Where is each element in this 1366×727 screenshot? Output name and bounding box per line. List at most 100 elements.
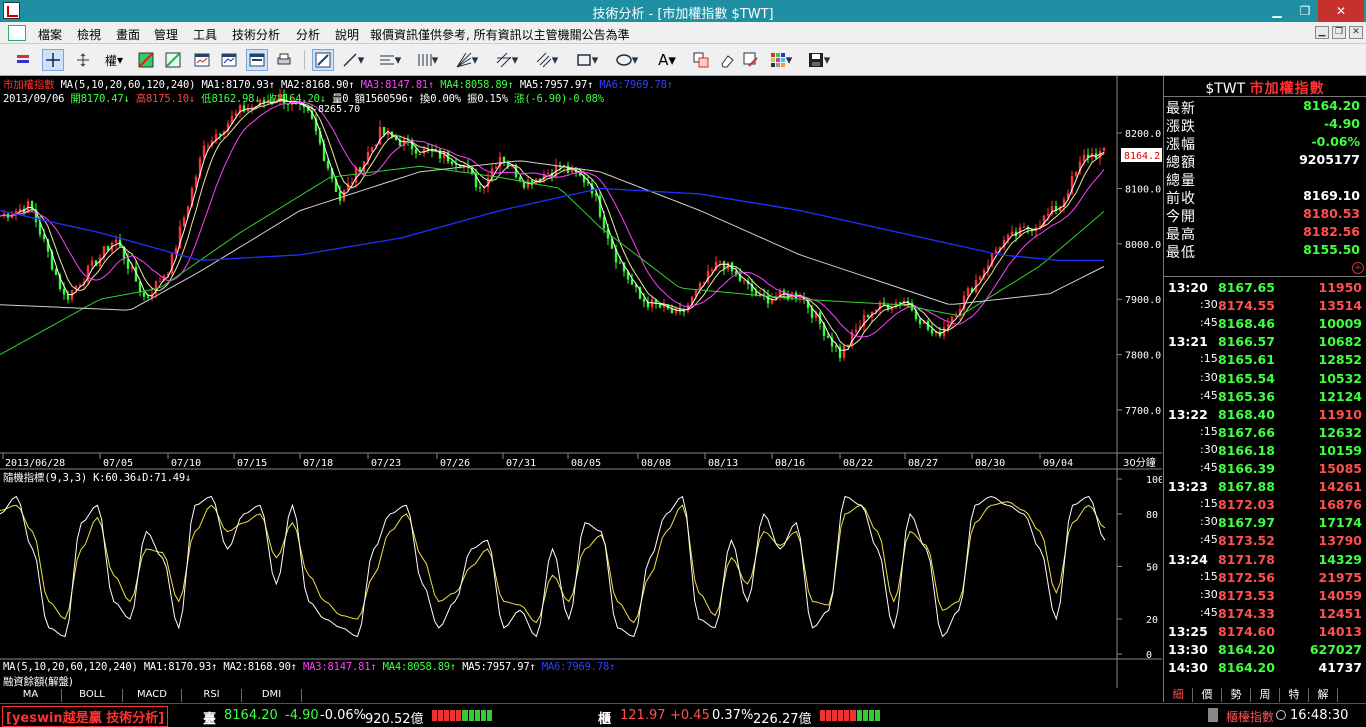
tab-macd[interactable]: MACD (123, 689, 182, 702)
period-label[interactable]: 30分鐘 (1123, 456, 1156, 469)
peak-price-label: 8265.70 (318, 104, 360, 115)
ma6-line (0, 187, 1104, 262)
restore-button[interactable]: ❐ (1292, 0, 1318, 22)
candle-body (146, 296, 150, 298)
menu-tools[interactable]: 工具 (193, 26, 217, 43)
text-icon[interactable]: A▾ (652, 49, 682, 71)
tab-ma[interactable]: MA (0, 689, 62, 702)
quote-label: 總額 (1166, 155, 1196, 171)
move-icon[interactable] (72, 49, 94, 71)
indicator-tabs: MA BOLL MACD RSI DMI (0, 688, 1163, 702)
parallel-line-icon[interactable]: ▾ (532, 49, 562, 71)
color-palette-icon[interactable]: ▾ (766, 49, 796, 71)
price-chart[interactable]: 2013/06/28 07/05 07/10 07/15 07/18 07/23 07/26… (0, 76, 1162, 688)
menu-bar: 檔案 檢視 畫面 管理 工具 技術分析 分析 說明 報價資訊僅供參考, 所有資訊… (0, 22, 1366, 44)
ellipse-icon[interactable]: ▾ (612, 49, 642, 71)
trendline-icon[interactable]: ▾ (338, 49, 368, 71)
taiex-value: 8164.20 (224, 708, 278, 723)
ma2-line (0, 99, 1105, 348)
tab-price[interactable]: 價 (1193, 688, 1222, 702)
x-tick-label: 07/15 (237, 458, 267, 469)
tab-week[interactable]: 周 (1251, 688, 1280, 702)
tick-row: :30 8167.97 17174 (1166, 515, 1362, 533)
channel-icon[interactable]: ▾ (492, 49, 522, 71)
draw-mode-icon[interactable] (312, 49, 334, 71)
weight-dropdown[interactable]: 權 ▾ (100, 49, 128, 71)
chart-area[interactable]: 市加權指數 MA(5,10,20,60,120,240) MA1:8170.93… (0, 76, 1162, 688)
candle-body (450, 161, 454, 165)
tick-row: :30 8166.18 10159 (1166, 443, 1362, 461)
tab-analysis[interactable]: 解 (1309, 688, 1338, 702)
tick-volume: 16876 (1318, 497, 1363, 513)
otc-value: 121.97 (620, 708, 666, 723)
tick-volume: 21975 (1318, 569, 1363, 585)
menu-analysis[interactable]: 分析 (296, 26, 320, 43)
mdi-minimize-button[interactable]: ▁ (1315, 26, 1329, 39)
edit-drawing-icon[interactable] (740, 49, 762, 71)
kd-tick-label: 100 (1146, 475, 1162, 486)
menu-file[interactable]: 檔案 (38, 26, 62, 43)
close-button[interactable]: ✕ (1318, 0, 1364, 22)
layout-icon[interactable] (246, 49, 268, 71)
crosshair-icon[interactable] (42, 49, 64, 71)
tick-time: :45 (1200, 533, 1218, 547)
save-icon[interactable]: ▾ (804, 49, 834, 71)
menu-technical-analysis[interactable]: 技術分析 (232, 26, 280, 43)
tab-boll[interactable]: BOLL (62, 689, 123, 702)
quote-label: 最低 (1166, 245, 1196, 261)
mdi-restore-button[interactable]: ❐ (1332, 26, 1346, 39)
window-icon[interactable] (191, 49, 213, 71)
candle-body (18, 208, 22, 211)
candle-body (54, 269, 58, 275)
taiex-change: -4.90 (285, 708, 319, 723)
minimize-button[interactable]: ▁ (1262, 0, 1292, 22)
draw-color-icon[interactable] (135, 49, 157, 71)
menu-view[interactable]: 檢視 (77, 26, 101, 43)
tab-rsi[interactable]: RSI (182, 689, 242, 702)
tick-price: 8166.39 (1218, 461, 1275, 476)
candle-body (1022, 226, 1026, 228)
tab-dmi[interactable]: DMI (242, 689, 302, 702)
kd-tick-label: 80 (1146, 510, 1158, 521)
candle-body (182, 217, 186, 227)
taiex-bar (432, 710, 492, 721)
tick-row: :45 8166.39 15085 (1166, 461, 1362, 479)
panel-tabs: 細 價 勢 周 特 解 (1163, 688, 1366, 702)
clear-drawing-icon[interactable] (162, 49, 184, 71)
tick-volume: 10532 (1318, 370, 1363, 386)
kd-tick-label: 50 (1146, 563, 1158, 574)
quote-value: -4.90 (1323, 116, 1360, 131)
tab-trend[interactable]: 勢 (1222, 688, 1251, 702)
tick-time: :15 (1200, 569, 1218, 583)
copy-drawing-icon[interactable] (690, 49, 712, 71)
mdi-child-icon[interactable] (8, 25, 26, 41)
x-tick-label: 08/22 (843, 458, 873, 469)
tick-time: 13:30 (1168, 642, 1208, 657)
tab-detail[interactable]: 細 (1164, 688, 1193, 702)
eraser-icon[interactable] (716, 49, 738, 71)
vertical-line-icon[interactable]: ▾ (412, 49, 442, 71)
fan-line-icon[interactable]: ▾ (452, 49, 482, 71)
ma4-line (0, 165, 1105, 356)
print-icon[interactable] (273, 49, 295, 71)
chart-type-icon[interactable] (12, 49, 34, 71)
mdi-close-button[interactable]: ✕ (1349, 26, 1363, 39)
menu-screen[interactable]: 畫面 (116, 26, 140, 43)
horizontal-line-icon[interactable]: ▾ (375, 49, 405, 71)
quote-label: 今開 (1166, 209, 1196, 225)
tick-row: 13:22 8168.40 11910 (1166, 407, 1362, 425)
menu-help[interactable]: 說明 (335, 26, 359, 43)
tick-row: :45 8168.46 10009 (1166, 316, 1362, 334)
window-line-icon[interactable] (218, 49, 240, 71)
menu-manage[interactable]: 管理 (154, 26, 178, 43)
candle-body (282, 94, 286, 105)
status-bar: [yeswin越是贏 技術分析] 臺 8164.20 -4.90 -0.06% … (0, 703, 1366, 727)
expand-icon[interactable]: + (1352, 262, 1364, 274)
tick-time: :15 (1200, 352, 1218, 366)
rectangle-icon[interactable]: ▾ (572, 49, 602, 71)
candle-body (642, 298, 646, 302)
candle-body (742, 280, 746, 282)
tab-special[interactable]: 特 (1280, 688, 1309, 702)
tick-volume: 13514 (1318, 298, 1363, 314)
brand-label[interactable]: [yeswin越是贏 技術分析] (2, 706, 169, 727)
